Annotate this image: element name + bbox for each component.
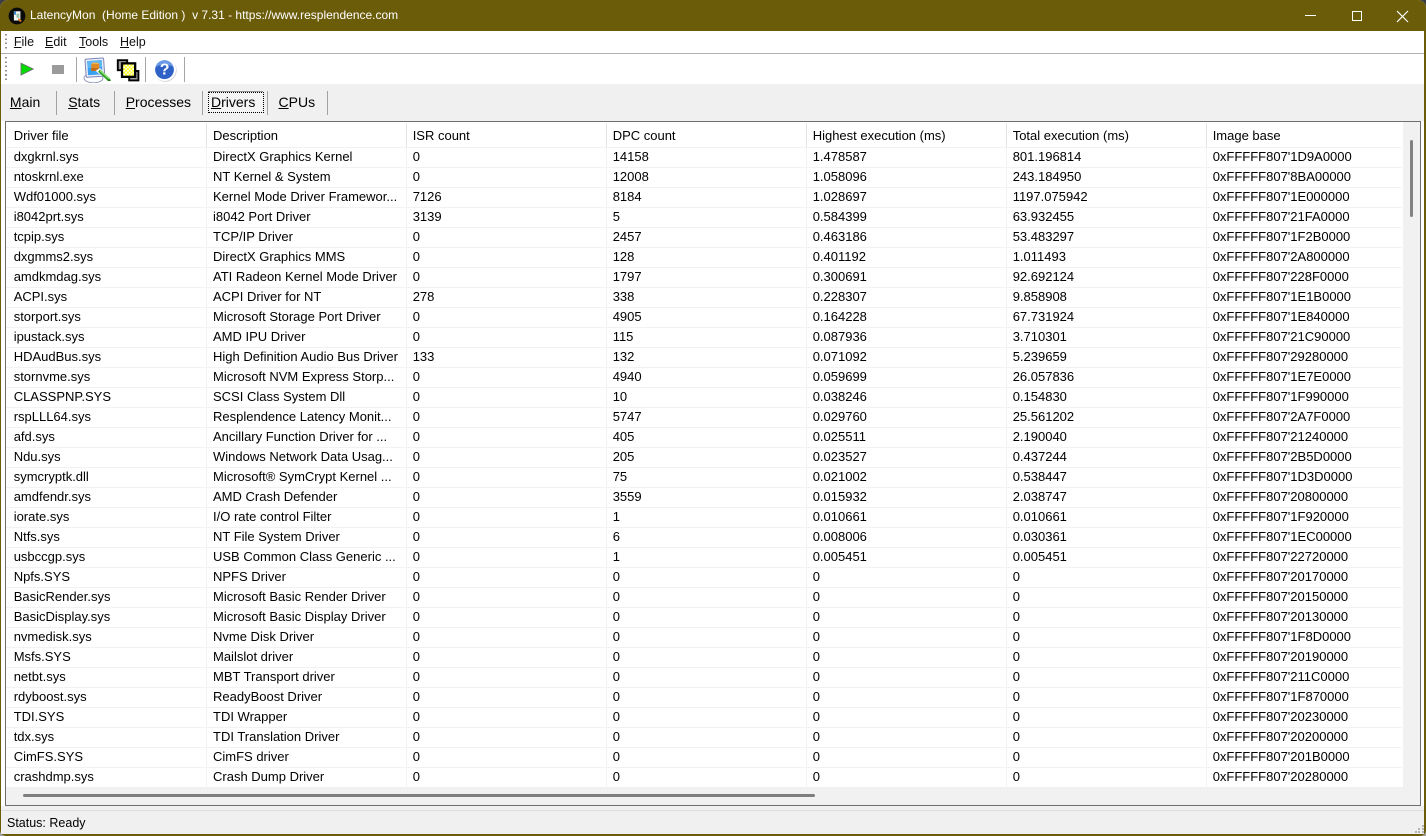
svg-text:?: ?: [160, 61, 170, 78]
